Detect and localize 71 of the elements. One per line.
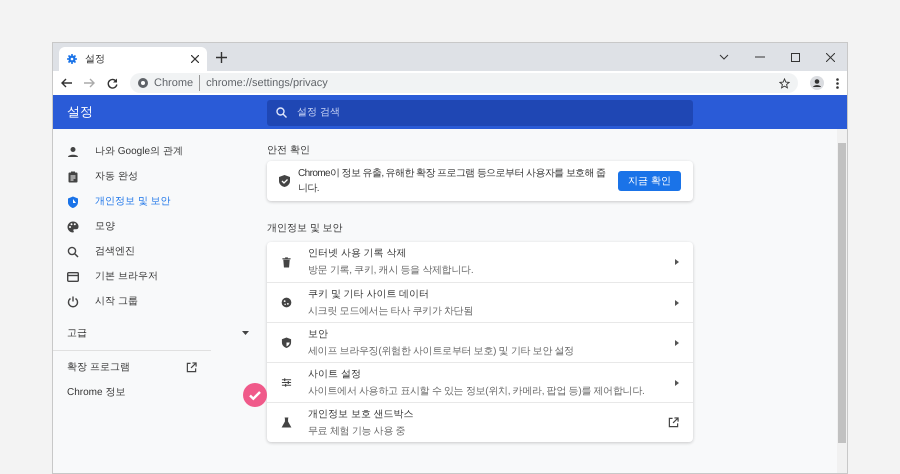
settings-title: 설정 — [66, 103, 94, 122]
row-title: 보안 — [308, 328, 329, 342]
person-icon — [67, 146, 79, 158]
star-icon[interactable] — [779, 78, 790, 88]
advanced-section-toggle[interactable]: 고급 — [53, 318, 267, 348]
search-field[interactable]: 설정 검색 — [267, 100, 693, 126]
cookie-icon — [281, 297, 292, 308]
row-title: 개인정보 보호 샌드박스 — [308, 408, 415, 422]
section-heading: 개인정보 및 보안 — [267, 222, 343, 236]
sidebar-link[interactable]: Chrome 정보 — [53, 380, 203, 405]
sidebar-item[interactable]: 모양 — [53, 214, 267, 239]
check-now-button[interactable]: 지금 확인 — [618, 171, 681, 191]
row-description: 무료 체험 기능 사용 중 — [308, 424, 406, 438]
caret-icon — [242, 331, 249, 335]
row-title: 인터넷 사용 기록 삭제 — [308, 247, 408, 261]
chevron-right-icon — [675, 300, 679, 306]
row-description: 시크릿 모드에서는 타사 쿠키가 차단됨 — [308, 304, 474, 318]
row-description: 세이프 브라우징(위험한 사이트로부터 보호) 및 기타 보안 설정 — [308, 344, 575, 358]
url-text: chrome://settings/privacy — [206, 76, 328, 91]
gear-icon — [67, 54, 77, 64]
browser-window-icon — [67, 270, 79, 282]
settings-row[interactable]: 사이트 설정 사이트에서 사용하고 표시할 수 있는 정보(위치, 카메라, 팝업 등)를 제어합니다. — [267, 362, 693, 402]
chevron-right-icon — [675, 259, 679, 265]
row-description: 사이트에서 사용하고 표시할 수 있는 정보(위치, 카메라, 팝업 등)를 제어합니다. — [308, 384, 646, 398]
sidebar-item[interactable]: 시작 그룹 — [53, 289, 267, 314]
tab-title: 설정 — [85, 52, 106, 66]
scrollbar[interactable] — [837, 129, 847, 473]
settings-row[interactable]: 인터넷 사용 기록 삭제 방문 기록, 쿠키, 캐시 등을 삭제합니다. — [267, 242, 693, 282]
plus-icon — [216, 52, 226, 62]
flask-icon — [281, 417, 292, 428]
profile-avatar-icon[interactable] — [810, 76, 824, 90]
minimize-icon[interactable] — [755, 56, 765, 58]
shield-icon — [281, 337, 292, 348]
browser-tab[interactable]: 설정 — [59, 47, 207, 71]
back-arrow-icon[interactable] — [61, 78, 72, 88]
chevron-down-icon[interactable] — [719, 54, 729, 60]
site-label: Chrome — [154, 74, 200, 92]
chrome-logo-icon — [138, 78, 148, 88]
menu-icon[interactable] — [836, 78, 839, 88]
address-bar[interactable]: Chrome chrome://settings/privacy — [130, 73, 798, 93]
settings-row[interactable]: 보안 세이프 브라우징(위험한 사이트로부터 보호) 및 기타 보안 설정 — [267, 322, 693, 362]
palette-icon — [67, 220, 79, 232]
sidebar-item[interactable]: 나와 Google의 관계 — [53, 139, 267, 164]
row-title: 쿠키 및 기타 사이트 데이터 — [308, 288, 430, 302]
external-link-icon — [668, 417, 679, 428]
clipboard-icon — [67, 170, 79, 182]
power-icon — [67, 296, 79, 308]
close-icon[interactable] — [826, 52, 835, 62]
sidebar-item[interactable]: 개인정보 및 보안 — [53, 189, 267, 214]
section-heading: 안전 확인 — [267, 144, 310, 158]
chevron-right-icon — [675, 380, 679, 386]
sidebar-item[interactable]: 자동 완성 — [53, 164, 267, 189]
settings-row[interactable]: 쿠키 및 기타 사이트 데이터 시크릿 모드에서는 타사 쿠키가 차단됨 — [267, 282, 693, 322]
settings-row[interactable]: 개인정보 보호 샌드박스 무료 체험 기능 사용 중 — [267, 402, 693, 442]
external-link-icon — [186, 362, 197, 373]
maximize-icon[interactable] — [791, 52, 800, 62]
row-title: 사이트 설정 — [308, 368, 362, 382]
safety-check-message: Chrome이 정보 유출, 유해한 확장 프로그램 등으로부터 사용자를 보호해 줍니다. — [298, 167, 607, 196]
search-icon — [276, 107, 287, 118]
trash-icon — [281, 256, 292, 268]
search-icon — [67, 246, 79, 258]
shield-icon — [67, 196, 79, 208]
sidebar-item[interactable]: 기본 브라우저 — [53, 264, 267, 289]
chevron-right-icon — [675, 340, 679, 346]
row-description: 방문 기록, 쿠키, 캐시 등을 삭제합니다. — [308, 264, 474, 278]
sidebar-link[interactable]: 확장 프로그램 — [53, 355, 203, 380]
close-icon[interactable] — [191, 55, 199, 63]
shield-check-icon — [279, 175, 290, 187]
reload-icon[interactable] — [107, 78, 118, 88]
sliders-icon — [281, 377, 292, 388]
sidebar-item[interactable]: 검색엔진 — [53, 239, 267, 264]
